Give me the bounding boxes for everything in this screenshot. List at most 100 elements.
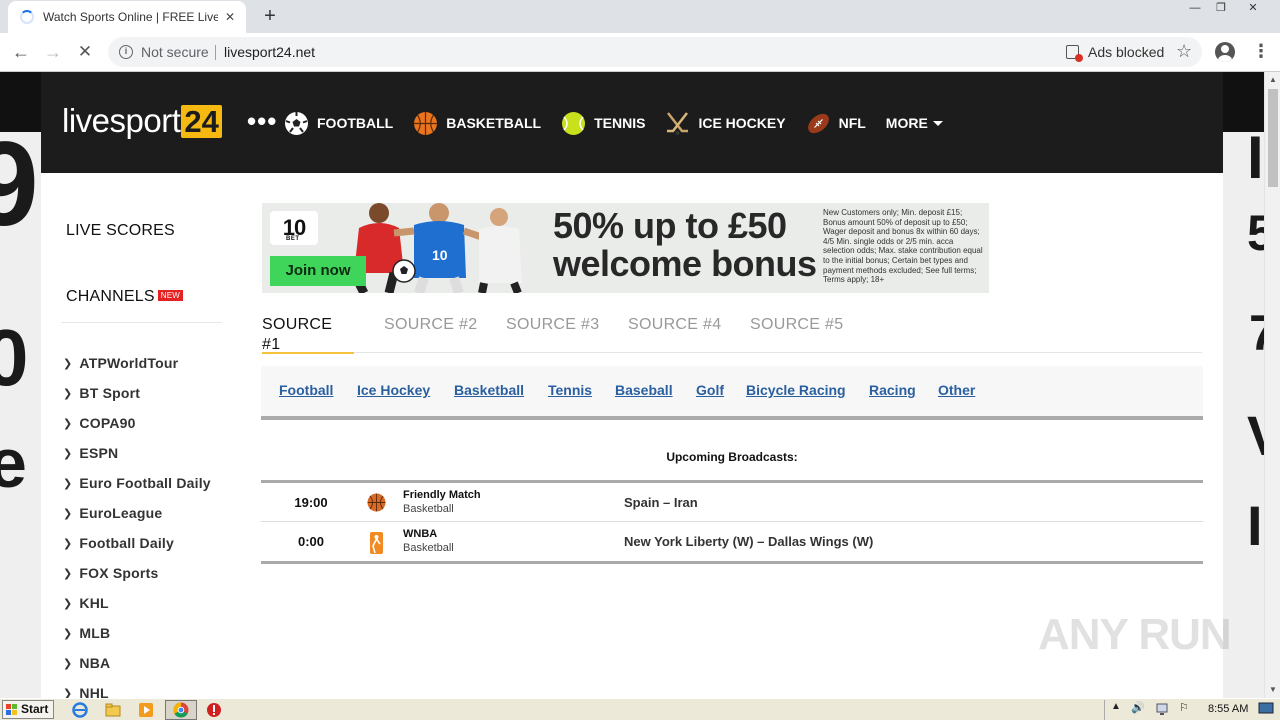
category-basketball[interactable]: Basketball bbox=[454, 382, 524, 398]
nav-nfl[interactable]: NFL bbox=[806, 111, 866, 136]
address-bar[interactable]: i Not secure livesport24.net Ads blocked… bbox=[108, 37, 1202, 67]
media-player-icon[interactable] bbox=[138, 702, 154, 718]
channel-item[interactable]: ❯ COPA90 bbox=[63, 408, 211, 438]
channel-item[interactable]: ❯ MLB bbox=[63, 618, 211, 648]
chrome-taskbar-button[interactable] bbox=[165, 700, 197, 720]
broadcast-teams[interactable]: Spain – Iran bbox=[624, 495, 698, 510]
ads-blocked-icon[interactable] bbox=[1066, 45, 1083, 62]
channel-item[interactable]: ❯ NBA bbox=[63, 648, 211, 678]
broadcast-row[interactable]: 0:00 WNBA Basketball New York Liberty (W… bbox=[261, 522, 1203, 561]
category-bicycle-racing[interactable]: Bicycle Racing bbox=[746, 382, 846, 398]
start-button[interactable]: Start bbox=[2, 700, 54, 719]
stop-loading-button[interactable]: ✕ bbox=[73, 41, 97, 65]
nav-more-dropdown[interactable]: MORE bbox=[886, 115, 943, 131]
minimize-window-button[interactable]: — bbox=[1183, 0, 1207, 18]
site-logo[interactable]: livesport 24 bbox=[62, 102, 222, 139]
channel-item[interactable]: ❯ FOX Sports bbox=[63, 558, 211, 588]
nav-football[interactable]: FOOTBALL bbox=[284, 111, 393, 136]
nav-ice-hockey[interactable]: ICE HOCKEY bbox=[665, 111, 786, 136]
background-left-panel: 9 0 e bbox=[0, 132, 41, 698]
channel-item[interactable]: ❯ ATPWorldTour bbox=[63, 348, 211, 378]
close-window-button[interactable]: ✕ bbox=[1241, 0, 1265, 18]
volume-icon[interactable]: 🔊 bbox=[1131, 701, 1147, 717]
browser-menu-icon[interactable]: ⋮ bbox=[1252, 41, 1270, 61]
url-text[interactable]: livesport24.net bbox=[224, 44, 315, 60]
ads-blocked-label[interactable]: Ads blocked bbox=[1088, 44, 1164, 60]
url-separator bbox=[215, 45, 216, 60]
category-golf[interactable]: Golf bbox=[696, 382, 724, 398]
nav-tennis[interactable]: TENNIS bbox=[561, 111, 645, 136]
channel-label: EuroLeague bbox=[79, 505, 163, 521]
internet-explorer-icon[interactable] bbox=[72, 702, 88, 718]
background-decor-text: 0 bbox=[0, 313, 29, 402]
channel-item[interactable]: ❯ BT Sport bbox=[63, 378, 211, 408]
tab-source-5[interactable]: SOURCE #5 bbox=[750, 315, 843, 353]
show-desktop-icon[interactable] bbox=[1258, 702, 1274, 718]
browser-toolbar: ← → ✕ i Not secure livesport24.net Ads b… bbox=[0, 33, 1280, 72]
stop-sign-icon[interactable] bbox=[206, 702, 222, 718]
clock: 8:55 AM bbox=[1208, 703, 1249, 715]
category-filter: Football Ice Hockey Basketball Tennis Ba… bbox=[261, 366, 1203, 420]
broadcast-event: WNBA bbox=[403, 528, 438, 540]
wnba-logo-icon bbox=[367, 532, 386, 554]
chevron-right-icon: ❯ bbox=[63, 657, 73, 670]
network-icon[interactable] bbox=[1155, 701, 1171, 717]
category-baseball[interactable]: Baseball bbox=[615, 382, 673, 398]
profile-avatar-icon[interactable] bbox=[1215, 42, 1235, 62]
broadcast-teams[interactable]: New York Liberty (W) – Dallas Wings (W) bbox=[624, 534, 873, 549]
chevron-right-icon: ❯ bbox=[63, 357, 73, 370]
nav-dots-icon[interactable]: ••• bbox=[247, 108, 277, 134]
chevron-right-icon: ❯ bbox=[63, 627, 73, 640]
basketball-icon bbox=[367, 493, 386, 512]
chevron-right-icon: ❯ bbox=[63, 687, 73, 699]
channels-heading[interactable]: CHANNELS NEW bbox=[66, 288, 183, 306]
channel-item[interactable]: ❯ Football Daily bbox=[63, 528, 211, 558]
tab-source-3[interactable]: SOURCE #3 bbox=[506, 315, 599, 353]
channels-label: CHANNELS bbox=[66, 288, 155, 305]
channel-label: COPA90 bbox=[79, 415, 136, 431]
category-ice-hockey[interactable]: Ice Hockey bbox=[357, 382, 430, 398]
restore-window-button[interactable]: ❐ bbox=[1209, 0, 1233, 18]
category-football[interactable]: Football bbox=[279, 382, 333, 398]
football-icon bbox=[284, 111, 309, 136]
channel-label: FOX Sports bbox=[79, 565, 159, 581]
source-tabs: SOURCE #1 SOURCE #2 SOURCE #3 SOURCE #4 … bbox=[262, 315, 1202, 354]
security-status[interactable]: Not secure bbox=[141, 44, 209, 60]
broadcast-table: 19:00 Friendly Match Basketball Spain – … bbox=[261, 480, 1203, 564]
tab-source-1[interactable]: SOURCE #1 bbox=[262, 315, 354, 354]
scroll-up-arrow-icon[interactable]: ▲ bbox=[1265, 72, 1280, 88]
channel-item[interactable]: ❯ Euro Football Daily bbox=[63, 468, 211, 498]
caret-down-icon bbox=[932, 120, 943, 126]
channel-item[interactable]: ❯ EuroLeague bbox=[63, 498, 211, 528]
promo-banner[interactable]: 10 BET 10 Join now 50% up to £50 welcome… bbox=[262, 203, 989, 293]
live-scores-link[interactable]: LIVE SCORES bbox=[66, 222, 175, 240]
tab-source-4[interactable]: SOURCE #4 bbox=[628, 315, 721, 353]
forward-button[interactable]: → bbox=[41, 41, 65, 65]
back-button[interactable]: ← bbox=[9, 41, 33, 65]
tab-source-2[interactable]: SOURCE #2 bbox=[384, 315, 477, 353]
new-tab-button[interactable]: + bbox=[258, 5, 282, 29]
background-decor-text: 7 bbox=[1249, 305, 1264, 361]
info-icon[interactable]: i bbox=[119, 45, 133, 59]
page-scrollbar[interactable]: ▲ ▼ bbox=[1264, 72, 1280, 698]
nav-basketball[interactable]: BASKETBALL bbox=[413, 111, 541, 136]
channel-item[interactable]: ❯ KHL bbox=[63, 588, 211, 618]
broadcast-row[interactable]: 19:00 Friendly Match Basketball Spain – … bbox=[261, 483, 1203, 522]
category-racing[interactable]: Racing bbox=[869, 382, 916, 398]
flag-icon[interactable]: ⚐ bbox=[1179, 701, 1195, 717]
channel-item[interactable]: ❯ NHL bbox=[63, 678, 211, 698]
chevron-right-icon: ❯ bbox=[63, 507, 73, 520]
channel-item[interactable]: ❯ ESPN bbox=[63, 438, 211, 468]
category-tennis[interactable]: Tennis bbox=[548, 382, 592, 398]
bookmark-star-icon[interactable]: ☆ bbox=[1176, 41, 1192, 62]
tab-close-icon[interactable]: ✕ bbox=[222, 9, 238, 25]
tray-expand-icon[interactable]: ▲ bbox=[1111, 701, 1127, 717]
page-viewport: 9 0 e I 5 7 V I livesport 24 ••• FOOTBAL… bbox=[0, 72, 1264, 698]
browser-tab[interactable]: Watch Sports Online | FREE Live Spo ✕ bbox=[8, 1, 246, 33]
scroll-thumb[interactable] bbox=[1268, 89, 1278, 187]
category-other[interactable]: Other bbox=[938, 382, 975, 398]
scroll-down-arrow-icon[interactable]: ▼ bbox=[1265, 682, 1280, 698]
channel-label: Football Daily bbox=[79, 535, 175, 551]
join-now-button[interactable]: Join now bbox=[270, 256, 366, 286]
folder-icon[interactable] bbox=[105, 702, 121, 718]
